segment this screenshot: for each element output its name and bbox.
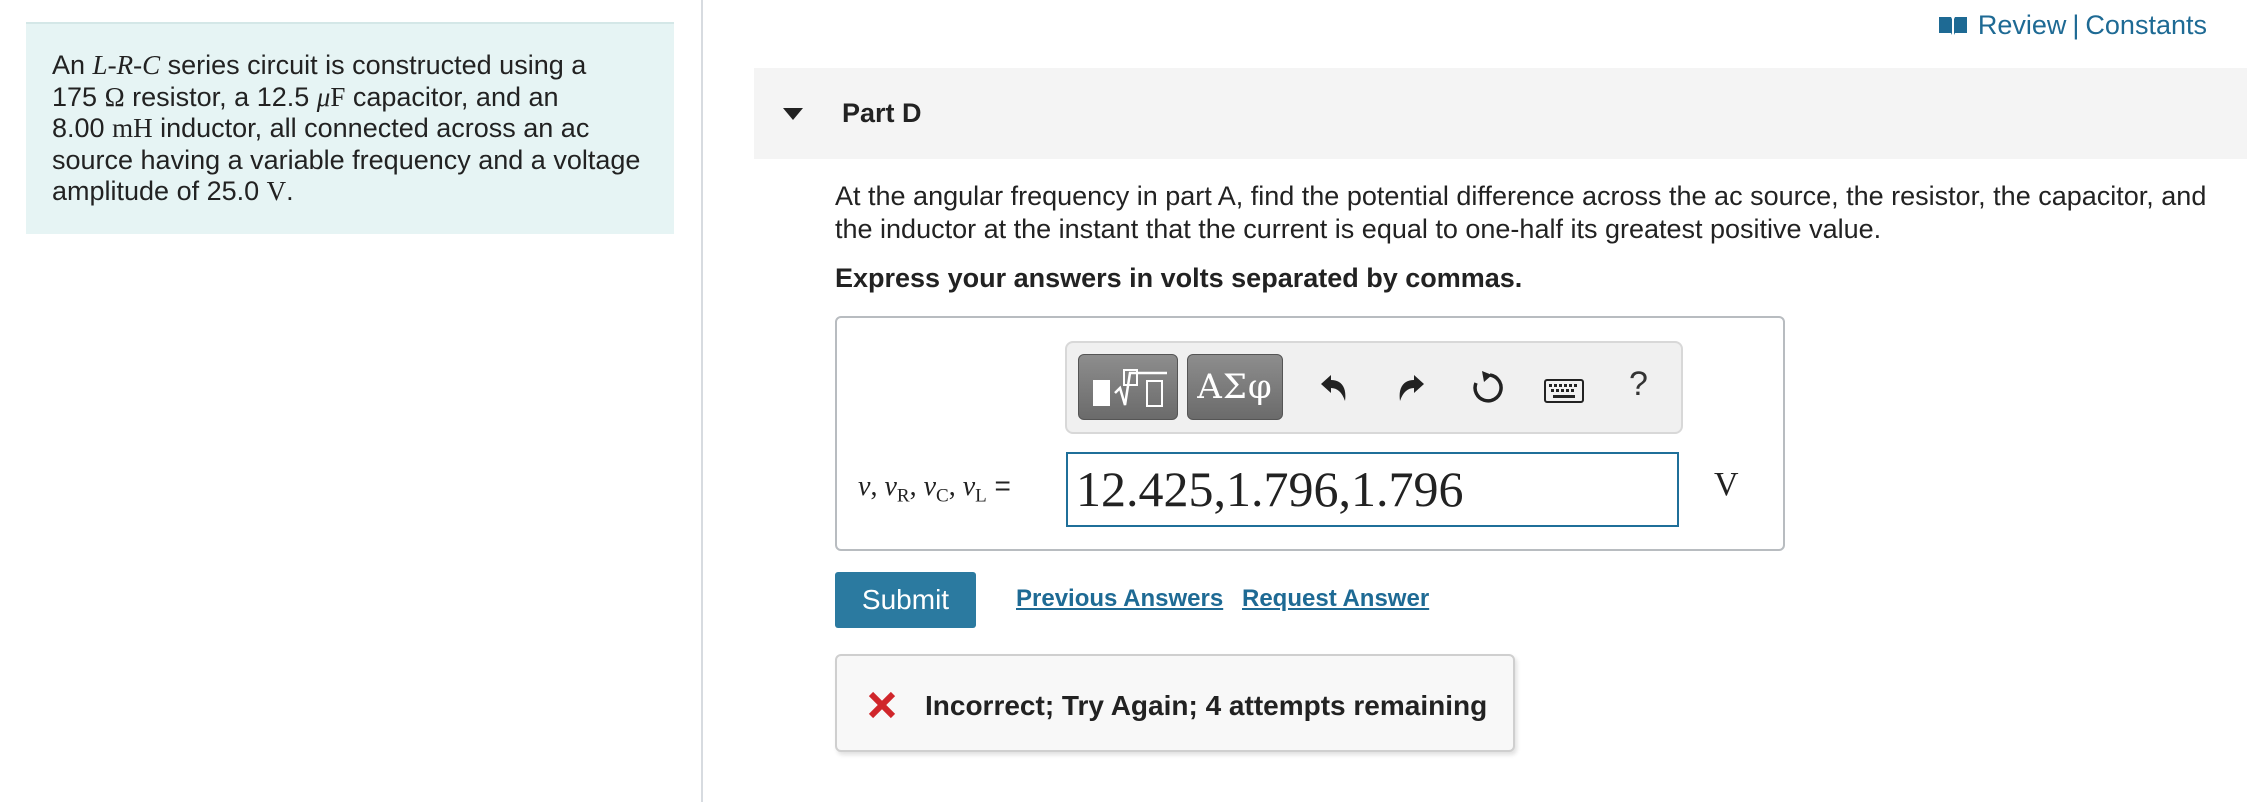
feedback-text: Incorrect; Try Again; 4 attempts remaini… [925,690,1488,721]
caret-down-icon[interactable] [782,107,804,121]
templates-icon [1093,369,1167,407]
undo-icon[interactable] [1317,371,1351,405]
previous-answers-link[interactable]: Previous Answers [1016,585,1223,613]
help-button[interactable]: ? [1629,365,1648,404]
incorrect-x-icon [868,691,896,719]
unit-label: V [1714,466,1739,503]
header-separator: | [2072,9,2080,40]
panel-divider [701,0,703,802]
answer-instruction: Express your answers in volts separated … [835,263,1523,293]
answer-input[interactable]: 12.425,1.796,1.796 [1066,452,1679,527]
part-header[interactable]: Part D [754,68,2247,159]
problem-statement-panel: An L-R-C series circuit is constructed u… [26,22,674,234]
templates-button[interactable] [1078,354,1178,420]
feedback-box: Incorrect; Try Again; 4 attempts remaini… [835,654,1515,752]
symbols-label: ΑΣφ [1197,367,1273,407]
math-toolbar: ΑΣφ ? [1065,341,1683,434]
submit-button[interactable]: Submit [835,572,976,628]
constants-link[interactable]: Constants [2085,10,2207,41]
question-text: At the angular frequency in part A, find… [835,181,2207,244]
part-title: Part D [842,98,922,128]
problem-text: An L-R-C series circuit is constructed u… [52,50,641,206]
reset-icon[interactable] [1468,369,1506,407]
review-link[interactable]: Review [1978,10,2067,41]
symbols-button[interactable]: ΑΣφ [1187,354,1283,420]
book-icon [1938,17,1967,35]
equation-label: v, vR, vC, vL = [858,470,1011,507]
redo-icon[interactable] [1394,371,1428,405]
keyboard-icon[interactable] [1544,379,1584,403]
header-links: Review | Constants [1938,8,2207,42]
request-answer-link[interactable]: Request Answer [1242,585,1429,613]
